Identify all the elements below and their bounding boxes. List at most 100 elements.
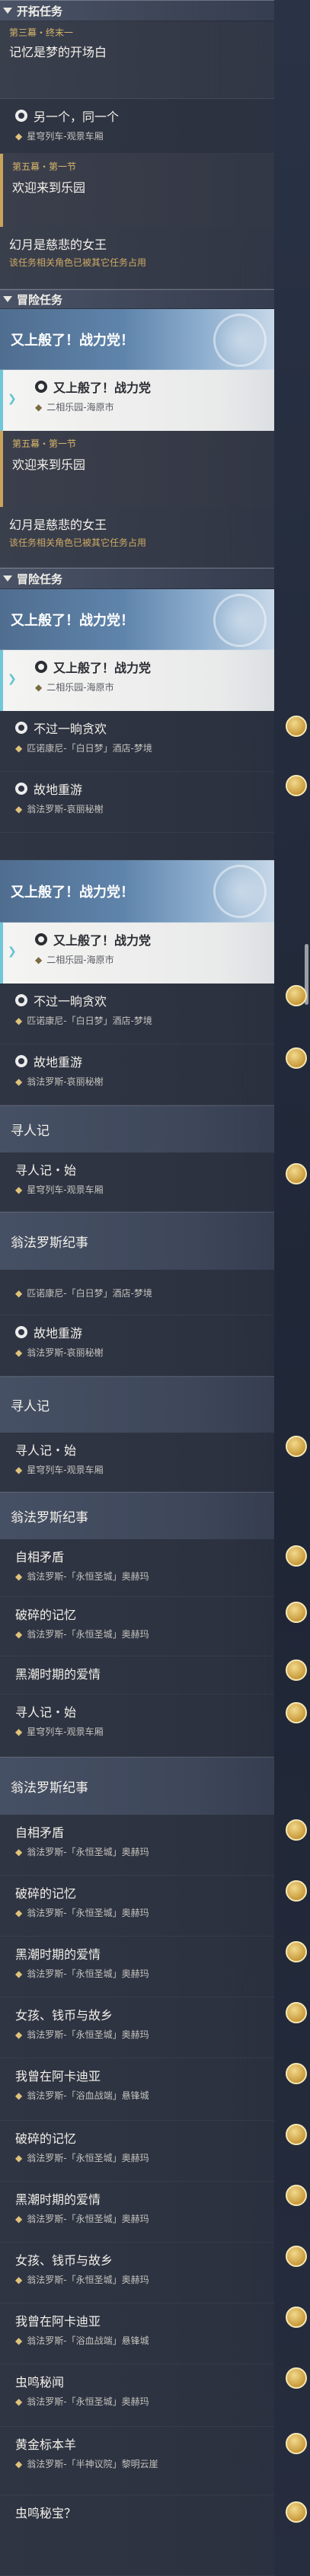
quest-item-revisit-b[interactable]: 故地重游 ◆ 翁法罗斯-哀丽秘榭 [0,1044,274,1105]
quest-item-not-fun[interactable]: 不过一晌贪欢 ◆ 匹诺康尼-「白日梦」酒店-梦境 [0,711,274,772]
quest-location: 翁法罗斯-「永恒圣城」奥赫玛 [27,1571,149,1582]
quest-card-queen[interactable]: 幻月是慈悲的女王 该任务相关角色已被其它任务占用 [0,227,274,289]
quest-location: 匹诺康尼-「白日梦」酒店-梦境 [27,1288,152,1299]
section-header-trailblaze[interactable]: 开拓任务 [0,0,274,21]
quest-item-not-fun-b[interactable]: 不过一晌贪欢 ◆ 匹诺康尼-「白日梦」酒店-梦境 [0,984,274,1044]
group-title: 翁法罗斯纪事 [11,1781,88,1796]
quest-item-again-selected[interactable]: ❯ 又上般了！战力党 ◆ 二相乐园-海原市 [0,370,274,431]
quest-location: 翁法罗斯-「永恒圣城」奥赫玛 [27,2396,149,2407]
quest-item-again-selected-c[interactable]: ❯ 又上般了！战力党 ◆ 二相乐园-海原市 [0,923,274,984]
quest-location: 匹诺康尼-「白日梦」酒店-梦境 [27,743,152,754]
reward-badge-icon [286,2124,307,2145]
group-title: 翁法罗斯纪事 [11,1235,88,1251]
quest-item-self-b[interactable]: 自相矛盾 ◆ 翁法罗斯-「永恒圣城」奥赫玛 [0,1815,274,1876]
quest-group-chronicle-c[interactable]: 翁法罗斯纪事 [0,1757,274,1815]
section-header-adventure[interactable]: 冒险任务 [0,289,274,309]
quest-item-seek-start-c[interactable]: 寻人记・始 ◆ 星穹列车-观景车厢 [0,1694,274,1757]
quest-card-chapter3[interactable]: 第三幕・终末一 记忆是梦的开场白 [0,21,274,99]
pin-icon: ◆ [15,2458,23,2469]
quest-item-broken[interactable]: 破碎的记忆 ◆ 翁法罗斯-「永恒圣城」奥赫玛 [0,1597,274,1656]
quest-icon [15,783,27,795]
chapter-title: 欢迎来到乐园 [12,180,86,195]
quest-title: 我曾在阿卡迪亚 [15,2314,101,2329]
chapter-tag: 第五幕・第一节 [12,438,77,449]
quest-card-chapter5-b[interactable]: 第五幕・第一节 欢迎来到乐园 [0,431,274,507]
emblem-icon [213,314,267,367]
pin-icon: ◆ [15,742,23,754]
pin-icon: ◆ [15,1287,23,1299]
section-title: 冒险任务 [17,292,63,307]
quest-group-chronicle[interactable]: 翁法罗斯纪事 [0,1212,274,1270]
quest-location: 翁法罗斯-「永恒圣城」奥赫玛 [27,2153,149,2163]
quest-item-girl[interactable]: 女孩、钱币与故乡 ◆ 翁法罗斯-「永恒圣城」奥赫玛 [0,1997,274,2058]
quest-banner-again[interactable]: 又上般了！战力党！ [0,309,274,370]
quest-title: 故地重游 [34,1326,83,1341]
quest-item-seek-start[interactable]: 寻人记・始 ◆ 星穹列车-观景车厢 [0,1153,274,1212]
quest-item-seek-start-b[interactable]: 寻人记・始 ◆ 星穹列车-观景车厢 [0,1433,274,1492]
quest-item-not-fun-loc[interactable]: ◆ 匹诺康尼-「白日梦」酒店-梦境 [0,1270,274,1315]
chapter-title: 欢迎来到乐园 [12,457,86,472]
quest-group-chronicle-b[interactable]: 翁法罗斯纪事 [0,1492,274,1539]
quest-title: 黑潮时期的爱情 [15,2192,101,2207]
quest-item-tide-b[interactable]: 黑潮时期的爱情 ◆ 翁法罗斯-「永恒圣城」奥赫玛 [0,1937,274,1997]
quest-item-revisit[interactable]: 故地重游 ◆ 翁法罗斯-哀丽秘榭 [0,772,274,833]
quest-card-queen-b[interactable]: 幻月是慈悲的女王 该任务相关角色已被其它任务占用 [0,507,274,568]
reward-badge-icon [286,1163,307,1184]
quest-card-chapter5[interactable]: 第五幕・第一节 欢迎来到乐园 [0,154,274,227]
reward-badge-icon [286,1047,307,1069]
quest-item-girl-b[interactable]: 女孩、钱币与故乡 ◆ 翁法罗斯-「永恒圣城」奥赫玛 [0,2243,274,2303]
quest-icon [15,110,27,122]
quest-item-tide-c[interactable]: 黑潮时期的爱情 ◆ 翁法罗斯-「永恒圣城」奥赫玛 [0,2182,274,2243]
quest-location: 翁法罗斯-「浴血战端」悬锋城 [27,2335,149,2346]
quest-item-aedes[interactable]: 我曾在阿卡迪亚 ◆ 翁法罗斯-「浴血战端」悬锋城 [0,2058,274,2121]
quest-group-seek-b[interactable]: 寻人记 [0,1376,274,1433]
pin-icon: ◆ [15,2213,23,2224]
quest-item-self[interactable]: 自相矛盾 ◆ 翁法罗斯-「永恒圣城」奥赫玛 [0,1539,274,1597]
quest-item-bug-secret[interactable]: 虫鸣秘闻 ◆ 翁法罗斯-「永恒圣城」奥赫玛 [0,2364,274,2427]
quest-item-aedes-b[interactable]: 我曾在阿卡迪亚 ◆ 翁法罗斯-「浴血战端」悬锋城 [0,2303,274,2364]
quest-banner-again-c[interactable]: 又上般了！战力党！ [0,860,274,923]
quest-title: 又上般了！战力党 [53,933,152,948]
pin-icon: ◆ [15,2090,23,2101]
quest-title: 我曾在阿卡迪亚 [15,2069,101,2083]
quest-title: 寻人记・始 [15,1705,77,1720]
quest-item-again-selected-b[interactable]: ❯ 又上般了！战力党 ◆ 二相乐园-海原市 [0,650,274,711]
quest-banner-again-b[interactable]: 又上般了！战力党！ [0,589,274,650]
reward-badge-icon [286,2185,307,2206]
section-header-adventure-b[interactable]: 冒险任务 [0,568,274,589]
emblem-icon [213,865,267,918]
quest-location: 二相乐园-海原市 [46,402,114,413]
pin-icon: ◆ [15,1184,23,1195]
quest-item-broken-c[interactable]: 破碎的记忆 ◆ 翁法罗斯-「永恒圣城」奥赫玛 [0,2121,274,2182]
group-title: 寻人记 [11,1399,50,1414]
quest-title: 虫鸣秘宝？ [15,2506,77,2520]
banner-title: 又上般了！战力党！ [11,332,134,349]
reward-badge-icon [286,1880,307,1902]
quest-item-revisit-c[interactable]: 故地重游 ◆ 翁法罗斯-哀丽秘榭 [0,1315,274,1376]
quest-item-bug-q[interactable]: 虫鸣秘宝？ [0,2495,274,2576]
reward-badge-icon [286,1545,307,1567]
quest-item-another-one[interactable]: 另一个，同一个 ◆ 星穹列车-观景车厢 [0,99,274,154]
quest-item-golden[interactable]: 黄金标本羊 ◆ 翁法罗斯-「半神议院」黎明云崖 [0,2427,274,2495]
pin-icon: ◆ [15,130,23,142]
reward-badge-icon [286,2433,307,2454]
chapter-title: 记忆是梦的开场白 [9,45,107,59]
quest-title: 破碎的记忆 [15,1886,77,1901]
quest-icon [35,381,47,393]
reward-badge-icon [286,2002,307,2023]
caret-icon [3,8,12,14]
caret-icon: ❯ [8,393,17,405]
quest-title: 黑潮时期的爱情 [15,1667,101,1682]
pin-icon: ◆ [15,1907,23,1918]
caret-icon [3,296,12,302]
reward-badge-icon [286,1702,307,1723]
quest-group-seek[interactable]: 寻人记 [0,1105,274,1153]
quest-item-broken-b[interactable]: 破碎的记忆 ◆ 翁法罗斯-「永恒圣城」奥赫玛 [0,1876,274,1937]
quest-title: 又上般了！战力党 [53,661,152,675]
quest-location: 翁法罗斯-「永恒圣城」奥赫玛 [27,1847,149,1857]
quest-item-tide[interactable]: 黑潮时期的爱情 [0,1656,274,1694]
pin-icon: ◆ [15,2396,23,2407]
quest-title: 黄金标本羊 [15,2437,77,2452]
quest-title: 不过一晌贪欢 [34,994,107,1009]
reward-badge-icon [286,1602,307,1623]
